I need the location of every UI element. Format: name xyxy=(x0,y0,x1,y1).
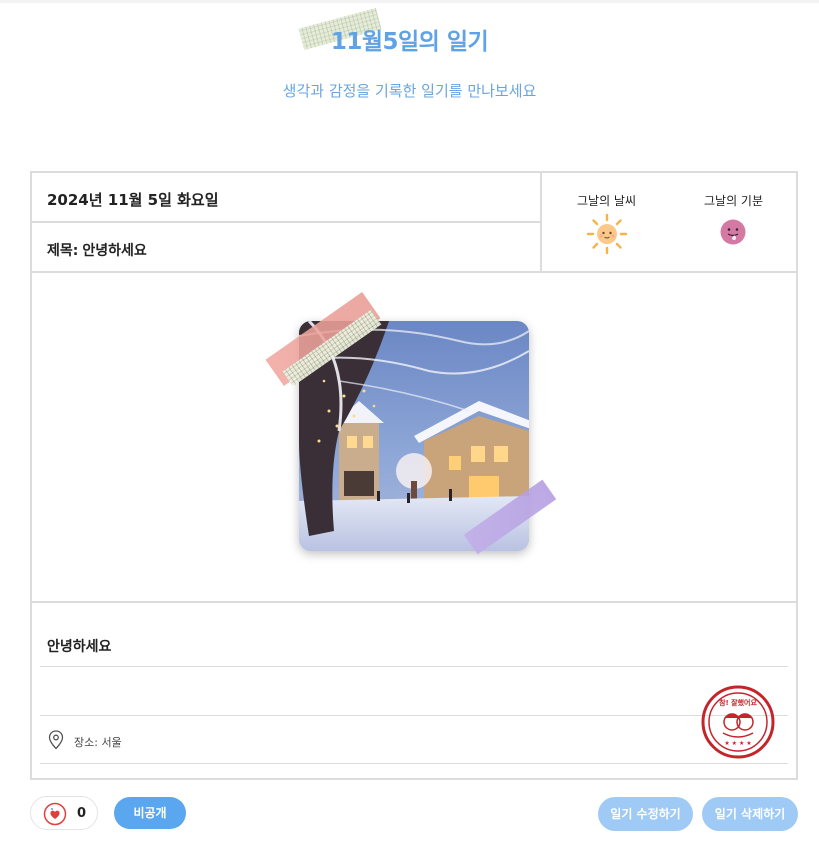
footer-actions: 0 비공개 일기 수정하기 일기 삭제하기 xyxy=(0,796,819,832)
page-subtitle: 생각과 감정을 기록한 일기를 만나보세요 xyxy=(282,82,537,100)
visibility-toggle-button[interactable]: 비공개 xyxy=(114,797,186,829)
sun-icon xyxy=(586,213,628,255)
mood-label: 그날의 기분 xyxy=(704,194,764,208)
location-pin-icon xyxy=(48,730,64,750)
ruled-line xyxy=(40,715,788,716)
diary-date: 2024년 11월 5일 화요일 xyxy=(47,191,219,209)
title-value: 안녕하세요 xyxy=(82,243,147,259)
diary-card: 2024년 11월 5일 화요일 제목:안녕하세요 그날의 날씨 그날의 기분 xyxy=(30,171,798,780)
diary-title: 제목: 안녕하세요 xyxy=(47,240,147,260)
weather-mood-cell: 그날의 날씨 그날의 기분 xyxy=(542,173,798,273)
date-cell: 2024년 11월 5일 화요일 xyxy=(32,173,542,223)
ruled-line xyxy=(40,666,788,667)
diary-content: 안녕하세요 xyxy=(47,639,112,655)
stamp-text: 참! 잘했어요 xyxy=(719,698,757,707)
good-job-stamp-icon: 참! 잘했어요 ★ ★ ★ ★ xyxy=(701,685,775,759)
page-title: 11월5일의 일기 xyxy=(330,29,489,55)
heart-sticker-icon xyxy=(43,802,67,826)
svg-text:★ ★ ★ ★: ★ ★ ★ ★ xyxy=(724,740,751,747)
ruled-line xyxy=(40,763,788,764)
photo-area xyxy=(32,273,798,603)
page-header: 11월5일의 일기 xyxy=(0,22,819,56)
top-divider xyxy=(0,0,819,3)
edit-diary-button[interactable]: 일기 수정하기 xyxy=(598,797,693,831)
like-button[interactable]: 0 xyxy=(30,796,98,830)
like-count: 0 xyxy=(77,806,87,821)
weather-label: 그날의 날씨 xyxy=(577,194,637,208)
diary-content-area: 안녕하세요 장소: 서울 참! 잘했어요 ★ ★ ★ ★ xyxy=(32,603,798,780)
title-prefix: 제목: xyxy=(47,243,79,259)
location-text: 장소: 서울 xyxy=(74,736,122,749)
tongue-out-face-icon xyxy=(720,219,746,245)
delete-diary-button[interactable]: 일기 삭제하기 xyxy=(702,797,798,831)
title-cell: 제목: 안녕하세요 xyxy=(32,223,542,273)
